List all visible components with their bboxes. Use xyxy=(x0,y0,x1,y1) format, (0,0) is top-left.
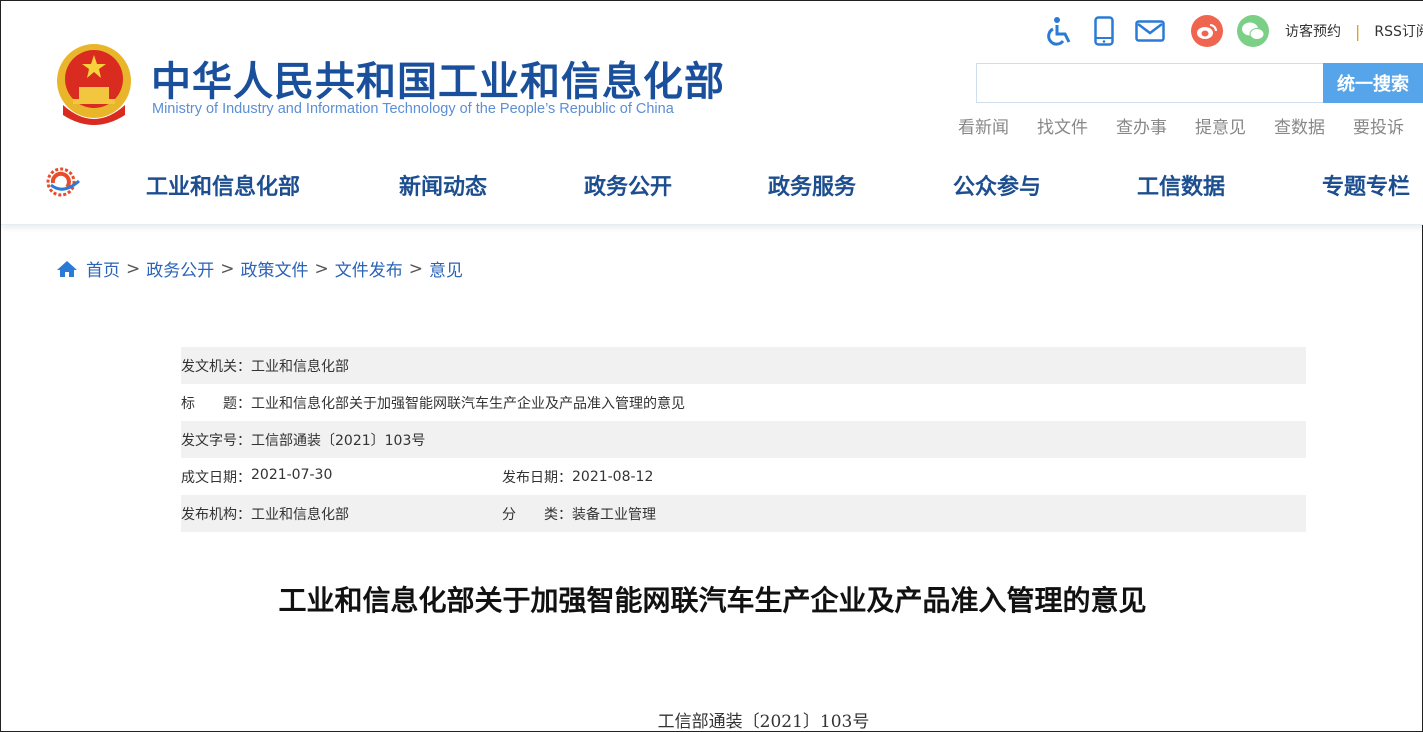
search-button[interactable]: 统一搜索 xyxy=(1323,63,1423,103)
quick-link-feedback[interactable]: 提意见 xyxy=(1195,113,1246,138)
number-value: 工信部通装〔2021〕103号 xyxy=(251,432,426,449)
rss-link[interactable]: RSS订阅 xyxy=(1374,21,1423,41)
document-title: 工业和信息化部关于加强智能网联汽车生产企业及产品准入管理的意见 xyxy=(278,584,1147,617)
title-label: 标 题： xyxy=(181,395,251,412)
national-emblem-icon xyxy=(57,44,131,125)
published-date-value: 2021-08-12 xyxy=(572,468,654,485)
main-nav: 工业和信息化部 新闻动态 政务公开 政务服务 公众参与 工信数据 专题专栏 xyxy=(1,167,1423,201)
published-date-label: 发布日期： xyxy=(502,469,572,486)
mail-icon[interactable] xyxy=(1133,15,1167,47)
document-info-table: 发文机关： 工业和信息化部 标 题： 工业和信息化部关于加强智能网联汽车生产企业及产… xyxy=(181,347,1306,532)
document-number: 工信部通装〔2021〕103号 xyxy=(657,712,870,732)
quick-link-files[interactable]: 找文件 xyxy=(1037,113,1088,138)
breadcrumb-home[interactable]: 首页 xyxy=(86,256,120,281)
category-value: 装备工业管理 xyxy=(572,506,656,523)
quick-link-complaint[interactable]: 要投诉 xyxy=(1353,113,1404,138)
divider: | xyxy=(1355,21,1361,41)
breadcrumb-government-affairs[interactable]: 政务公开 xyxy=(146,256,214,281)
breadcrumb-opinions[interactable]: 意见 xyxy=(429,256,463,281)
quick-link-news[interactable]: 看新闻 xyxy=(958,113,1009,138)
number-label: 发文字号： xyxy=(181,432,251,449)
nav-news[interactable]: 新闻动态 xyxy=(399,169,487,201)
written-date-label: 成文日期： xyxy=(181,469,251,486)
issuer-label: 发文机关： xyxy=(181,358,251,375)
info-row-issuer: 发文机关： 工业和信息化部 xyxy=(181,347,1306,384)
weibo-icon[interactable] xyxy=(1191,15,1223,47)
breadcrumb-policy-files[interactable]: 政策文件 xyxy=(241,256,309,281)
home-icon[interactable] xyxy=(56,259,78,279)
org-value: 工业和信息化部 xyxy=(251,506,349,523)
wechat-icon[interactable] xyxy=(1237,15,1269,47)
mobile-icon[interactable] xyxy=(1089,15,1119,47)
nav-data[interactable]: 工信数据 xyxy=(1137,169,1225,201)
category-label: 分 类： xyxy=(502,506,572,523)
header: 中华人民共和国工业和信息化部 Ministry of Industry and … xyxy=(1,1,1423,225)
written-date-value: 2021-07-30 xyxy=(251,466,333,483)
info-row-dates: 成文日期： 2021-07-30 发布日期： 2021-08-12 xyxy=(181,458,1306,495)
search-input[interactable] xyxy=(977,64,1325,102)
quick-link-services[interactable]: 查办事 xyxy=(1116,113,1167,138)
nav-services[interactable]: 政务服务 xyxy=(768,169,856,201)
nav-special-topics[interactable]: 专题专栏 xyxy=(1322,169,1410,201)
site-title[interactable]: 中华人民共和国工业和信息化部 xyxy=(151,49,725,107)
site-subtitle: Ministry of Industry and Information Tec… xyxy=(152,101,674,117)
accessibility-icon[interactable] xyxy=(1045,15,1075,47)
info-row-org: 发布机构： 工业和信息化部 分 类： 装备工业管理 xyxy=(181,495,1306,532)
quick-links: 看新闻 找文件 查办事 提意见 查数据 要投诉 xyxy=(958,113,1423,138)
visitor-booking-link[interactable]: 访客预约 xyxy=(1285,21,1341,41)
nav-government-affairs[interactable]: 政务公开 xyxy=(584,169,672,201)
breadcrumb-file-release[interactable]: 文件发布 xyxy=(335,256,403,281)
org-label: 发布机构： xyxy=(181,506,251,523)
title-value: 工业和信息化部关于加强智能网联汽车生产企业及产品准入管理的意见 xyxy=(251,395,685,412)
nav-ministry[interactable]: 工业和信息化部 xyxy=(146,169,300,201)
issuer-value: 工业和信息化部 xyxy=(251,358,349,375)
nav-home-logo-icon[interactable] xyxy=(45,167,81,197)
search-box: 统一搜索 xyxy=(976,63,1423,103)
breadcrumb: 首页 > 政务公开 > 政策文件 > 文件发布 > 意见 xyxy=(56,256,463,281)
nav-public-participation[interactable]: 公众参与 xyxy=(953,169,1041,201)
info-row-title: 标 题： 工业和信息化部关于加强智能网联汽车生产企业及产品准入管理的意见 xyxy=(181,384,1306,421)
quick-link-data[interactable]: 查数据 xyxy=(1274,113,1325,138)
info-row-number: 发文字号： 工信部通装〔2021〕103号 xyxy=(181,421,1306,458)
